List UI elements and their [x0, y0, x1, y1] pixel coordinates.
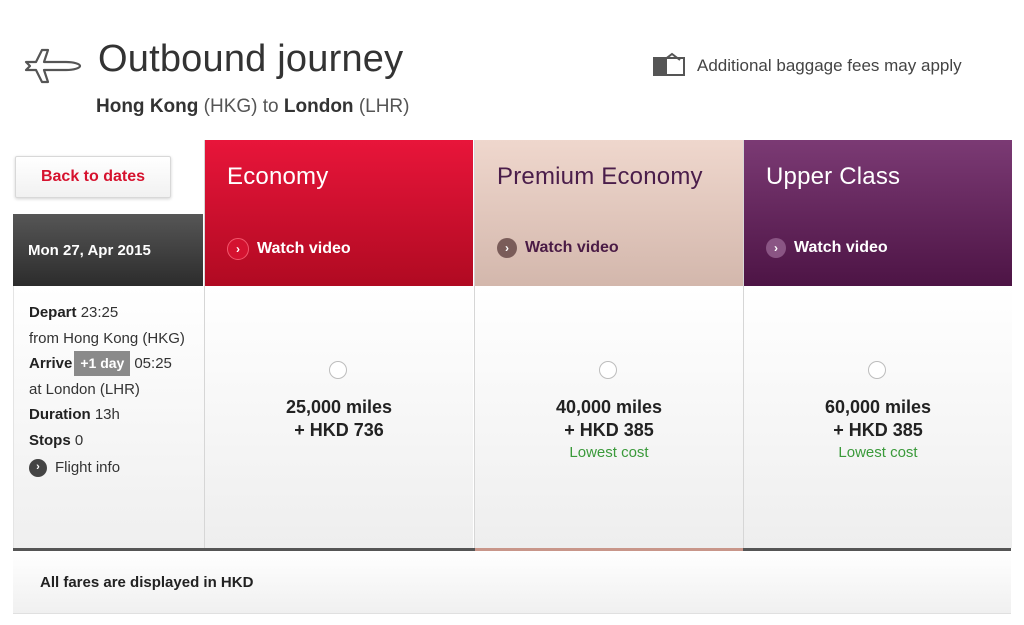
fare-cash: + HKD 385 [564, 420, 654, 440]
destination-city: London [283, 96, 354, 117]
fare-option-premium-economy[interactable]: 40,000 miles + HKD 385 Lowest cost [475, 286, 743, 548]
fare-miles: 40,000 miles [555, 397, 663, 417]
stops-label: Stops [29, 431, 71, 449]
arrive-destination: at London (LHR) [29, 380, 140, 398]
cabin-title: Premium Economy [497, 163, 703, 190]
fare-cash: + HKD 736 [294, 420, 384, 440]
watch-video-link[interactable]: › Watch video [766, 238, 888, 258]
fare-header-economy: Economy › Watch video [205, 140, 473, 286]
depart-label: Depart [29, 304, 77, 321]
fare-option-economy[interactable]: 25,000 miles + HKD 736 [205, 286, 473, 548]
origin-code: (HKG) [203, 96, 258, 117]
plane-icon [24, 48, 82, 84]
route-connector: to [262, 96, 279, 117]
fare-miles: 60,000 miles [824, 397, 932, 417]
depart-time: 23:25 [80, 304, 119, 321]
arrive-row: Arrive +1 day 05:25 [29, 351, 199, 377]
fares-footer: All fares are displayed in HKD [13, 551, 1011, 614]
cabin-title: Upper Class [766, 163, 901, 190]
fare-price: 40,000 miles + HKD 385 [475, 396, 743, 442]
flight-info-link[interactable]: › Flight info [29, 455, 199, 481]
flight-summary-column: Back to dates Mon 27, Apr 2015 Depart 23… [13, 140, 204, 550]
fare-header-premium-economy: Premium Economy › Watch video [475, 140, 743, 286]
flight-info-label: Flight info [55, 459, 121, 476]
fare-column-economy: Economy › Watch video 25,000 miles + HKD… [204, 140, 473, 550]
fare-column-upper-class: Upper Class › Watch video 60,000 miles +… [743, 140, 1012, 550]
watch-video-label: Watch video [525, 239, 619, 256]
route-summary: Hong Kong (HKG) to London (LHR) [96, 96, 409, 118]
chevron-right-icon: › [766, 238, 786, 258]
back-to-dates-button[interactable]: Back to dates [15, 156, 171, 198]
currency-note: All fares are displayed in HKD [40, 574, 254, 591]
flight-details-panel: Depart 23:25 from Hong Kong (HKG) Arrive… [13, 286, 204, 548]
destination-code: (LHR) [358, 96, 410, 117]
arrive-label: Arrive [29, 355, 73, 372]
cabin-title: Economy [227, 163, 329, 190]
fare-price: 60,000 miles + HKD 385 [744, 396, 1012, 442]
depart-row: Depart 23:25 [29, 300, 199, 326]
fare-radio[interactable] [868, 361, 886, 379]
plus-day-badge: +1 day [74, 351, 131, 376]
fare-radio[interactable] [329, 361, 347, 379]
stops-row: Stops 0 [29, 428, 199, 454]
arrive-time: 05:25 [134, 355, 172, 372]
duration-value: 13h [94, 406, 120, 423]
lowest-cost-label: Lowest cost [838, 444, 918, 461]
origin-city: Hong Kong [96, 96, 199, 117]
fare-price: 25,000 miles + HKD 736 [205, 396, 473, 442]
fare-column-premium-economy: Premium Economy › Watch video 40,000 mil… [474, 140, 743, 550]
fare-cash: + HKD 385 [833, 420, 923, 440]
flight-date: Mon 27, Apr 2015 [13, 214, 203, 286]
watch-video-label: Watch video [257, 240, 351, 257]
stops-value: 0 [74, 431, 84, 449]
fare-radio[interactable] [599, 361, 617, 379]
watch-video-link[interactable]: › Watch video [497, 238, 619, 258]
fare-header-upper-class: Upper Class › Watch video [744, 140, 1012, 286]
chevron-right-icon: › [227, 238, 249, 260]
chevron-right-icon: › [497, 238, 517, 258]
watch-video-label: Watch video [794, 239, 888, 256]
depart-origin: from Hong Kong (HKG) [29, 329, 185, 347]
duration-label: Duration [29, 406, 91, 423]
baggage-icon [653, 52, 685, 76]
duration-row: Duration 13h [29, 402, 199, 428]
fare-miles: 25,000 miles [285, 397, 393, 417]
lowest-cost-label: Lowest cost [569, 444, 649, 461]
page-title: Outbound journey [98, 38, 404, 80]
baggage-fees-note: Additional baggage fees may apply [697, 56, 962, 75]
fare-option-upper-class[interactable]: 60,000 miles + HKD 385 Lowest cost [744, 286, 1012, 548]
watch-video-link[interactable]: › Watch video [227, 238, 351, 260]
chevron-right-icon: › [29, 458, 47, 477]
